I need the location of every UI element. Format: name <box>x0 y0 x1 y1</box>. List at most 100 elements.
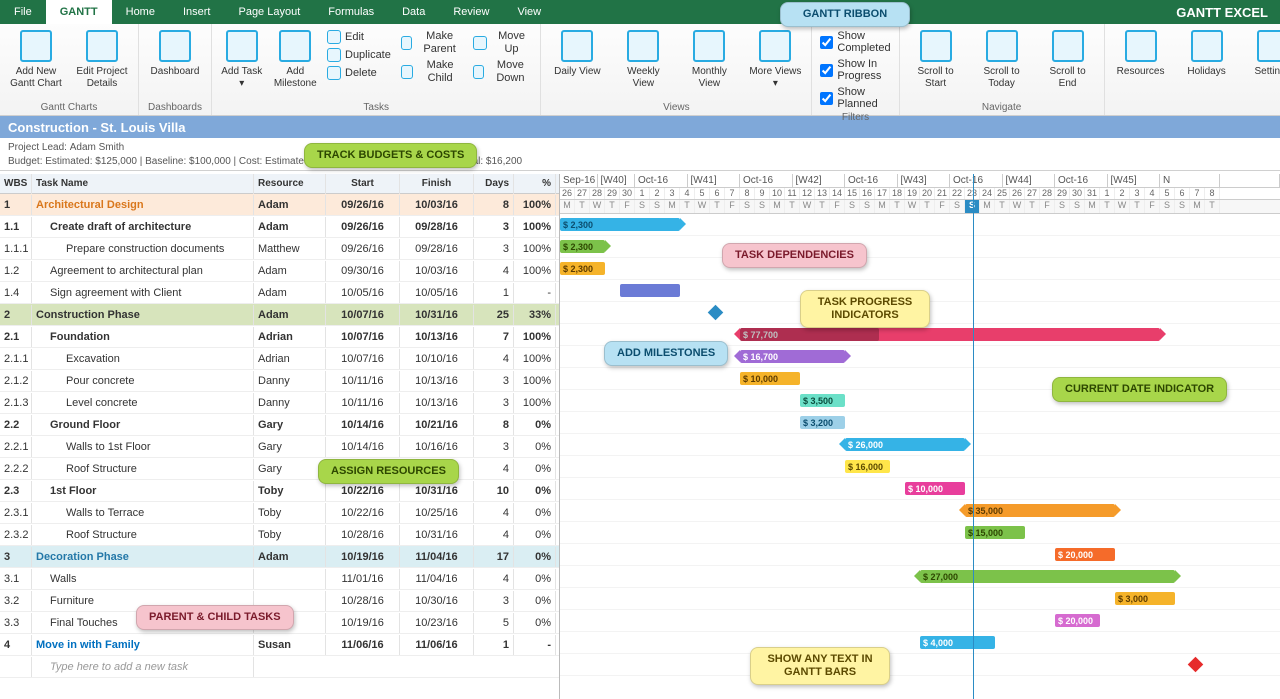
day-of-week: S <box>755 200 770 213</box>
duplicate-button[interactable]: Duplicate <box>327 48 391 62</box>
task-row[interactable]: 2.1.2Pour concreteDanny10/11/1610/13/163… <box>0 370 559 392</box>
tab-insert[interactable]: Insert <box>169 0 225 24</box>
new-task-row[interactable]: Type here to add a new task <box>0 656 559 678</box>
day-of-week: F <box>935 200 950 213</box>
task-row[interactable]: 4Move in with FamilySusan11/06/1611/06/1… <box>0 634 559 656</box>
task-row[interactable]: 3Decoration PhaseAdam10/19/1611/04/16170… <box>0 546 559 568</box>
gantt-bar[interactable]: $ 26,000 <box>845 438 965 451</box>
gantt-bar[interactable]: $ 2,300 <box>560 218 680 231</box>
col-wbs[interactable]: WBS <box>0 174 32 194</box>
task-row[interactable]: 2.3.1Walls to TerraceToby10/22/1610/25/1… <box>0 502 559 524</box>
gantt-bar[interactable]: $ 3,000 <box>1115 592 1175 605</box>
day-num: 20 <box>920 188 935 199</box>
scroll-today-button[interactable]: Scroll to Today <box>974 28 1030 89</box>
show-completed-checkbox[interactable]: Show Completed <box>820 30 890 54</box>
tab-home[interactable]: Home <box>112 0 169 24</box>
col-start[interactable]: Start <box>326 174 400 194</box>
more-views-button[interactable]: More Views ▾ <box>747 28 803 89</box>
task-row[interactable]: 1.1.1Prepare construction documentsMatth… <box>0 238 559 260</box>
month-label: N <box>1160 174 1220 187</box>
gantt-bar[interactable]: $ 27,000 <box>920 570 1175 583</box>
gantt-bar[interactable]: $ 4,000 <box>920 636 995 649</box>
daily-view-button[interactable]: Daily View <box>549 28 605 78</box>
tab-page-layout[interactable]: Page Layout <box>224 0 314 24</box>
settings-button[interactable]: Settings <box>1245 28 1280 78</box>
day-of-week: T <box>1025 200 1040 213</box>
resources-button[interactable]: Resources <box>1113 28 1169 78</box>
gantt-bar[interactable]: $ 20,000 <box>1055 548 1115 561</box>
make-child-button[interactable]: Make Child <box>401 59 463 84</box>
add-milestone-button[interactable]: Add Milestone <box>274 28 318 89</box>
milestone-icon[interactable] <box>708 305 724 321</box>
tab-formulas[interactable]: Formulas <box>314 0 388 24</box>
gantt-bar[interactable]: $ 10,000 <box>740 372 800 385</box>
task-row[interactable]: 1.2Agreement to architectural planAdam09… <box>0 260 559 282</box>
show-planned-checkbox[interactable]: Show Planned <box>820 86 890 110</box>
task-row[interactable]: 2.2.2Roof StructureGary10/18/1610/21/164… <box>0 458 559 480</box>
task-row[interactable]: 2.3.2Roof StructureToby10/28/1610/31/164… <box>0 524 559 546</box>
show-progress-checkbox[interactable]: Show In Progress <box>820 58 890 82</box>
task-row[interactable]: 3.1Walls11/01/1611/04/1640% <box>0 568 559 590</box>
gantt-bar[interactable]: $ 20,000 <box>1055 614 1100 627</box>
tab-gantt[interactable]: GANTT <box>46 0 112 24</box>
week-label: [W45] <box>1108 174 1161 187</box>
task-row[interactable]: 2.31st FloorToby10/22/1610/31/16100% <box>0 480 559 502</box>
scroll-start-button[interactable]: Scroll to Start <box>908 28 964 89</box>
task-row[interactable]: 2.2.1Walls to 1st FloorGary10/14/1610/16… <box>0 436 559 458</box>
gantt-bar[interactable]: $ 16,700 <box>740 350 845 363</box>
col-pct[interactable]: % <box>514 174 556 194</box>
day-of-week: S <box>1070 200 1085 213</box>
tab-bar: FileGANTTHomeInsertPage LayoutFormulasDa… <box>0 0 1280 24</box>
task-row[interactable]: 2.2Ground FloorGary10/14/1610/21/1680% <box>0 414 559 436</box>
task-row[interactable]: 2Construction PhaseAdam10/07/1610/31/162… <box>0 304 559 326</box>
weekly-view-button[interactable]: Weekly View <box>615 28 671 89</box>
delete-button[interactable]: Delete <box>327 66 391 80</box>
task-row[interactable]: 1.4Sign agreement with ClientAdam10/05/1… <box>0 282 559 304</box>
gantt-bar[interactable]: $ 2,300 <box>560 262 605 275</box>
monthly-view-button[interactable]: Monthly View <box>681 28 737 89</box>
make-parent-button[interactable]: Make Parent <box>401 30 463 55</box>
task-row[interactable]: 1.1Create draft of architectureAdam09/26… <box>0 216 559 238</box>
gantt-bar[interactable]: $ 77,700 <box>740 328 1160 341</box>
task-row[interactable]: 1Architectural DesignAdam09/26/1610/03/1… <box>0 194 559 216</box>
task-row[interactable]: 2.1.3Level concreteDanny10/11/1610/13/16… <box>0 392 559 414</box>
gantt-bar[interactable]: $ 35,000 <box>965 504 1115 517</box>
tab-review[interactable]: Review <box>439 0 503 24</box>
day-of-week: F <box>830 200 845 213</box>
move-up-button[interactable]: Move Up <box>473 30 532 55</box>
callout-bartext: SHOW ANY TEXT IN GANTT BARS <box>750 647 890 685</box>
task-row[interactable]: 2.1FoundationAdrian10/07/1610/13/167100% <box>0 326 559 348</box>
gantt-bar[interactable]: $ 15,000 <box>965 526 1025 539</box>
callout-current: CURRENT DATE INDICATOR <box>1052 377 1227 402</box>
timeline-row: $ 35,000 <box>560 500 1280 522</box>
day-num: 2 <box>650 188 665 199</box>
gantt-bar[interactable]: $ 3,200 <box>800 416 845 429</box>
new-task-placeholder[interactable]: Type here to add a new task <box>32 657 254 677</box>
move-down-button[interactable]: Move Down <box>473 59 532 84</box>
timeline-row: $ 27,000 <box>560 566 1280 588</box>
gantt-bar[interactable]: $ 10,000 <box>905 482 965 495</box>
holidays-button[interactable]: Holidays <box>1179 28 1235 78</box>
col-fin[interactable]: Finish <box>400 174 474 194</box>
gantt-bar[interactable] <box>620 284 680 297</box>
add-task-button[interactable]: Add Task ▾ <box>220 28 264 89</box>
day-num: 26 <box>1010 188 1025 199</box>
edit-button[interactable]: Edit <box>327 30 391 44</box>
dashboard-button[interactable]: Dashboard <box>147 28 203 78</box>
add-new-gantt-button[interactable]: Add New Gantt Chart <box>8 28 64 89</box>
tab-view[interactable]: View <box>503 0 555 24</box>
gantt-bar[interactable]: $ 2,300 <box>560 240 605 253</box>
col-res[interactable]: Resource <box>254 174 326 194</box>
milestone-icon[interactable] <box>1188 657 1204 673</box>
tab-file[interactable]: File <box>0 0 46 24</box>
day-of-week: S <box>1160 200 1175 213</box>
tab-data[interactable]: Data <box>388 0 439 24</box>
gantt-bar[interactable]: $ 16,000 <box>845 460 890 473</box>
task-row[interactable]: 2.1.1ExcavationAdrian10/07/1610/10/16410… <box>0 348 559 370</box>
scroll-end-button[interactable]: Scroll to End <box>1040 28 1096 89</box>
col-name[interactable]: Task Name <box>32 174 254 194</box>
col-days[interactable]: Days <box>474 174 514 194</box>
add-task-icon <box>226 30 258 62</box>
edit-project-button[interactable]: Edit Project Details <box>74 28 130 89</box>
gantt-bar[interactable]: $ 3,500 <box>800 394 845 407</box>
